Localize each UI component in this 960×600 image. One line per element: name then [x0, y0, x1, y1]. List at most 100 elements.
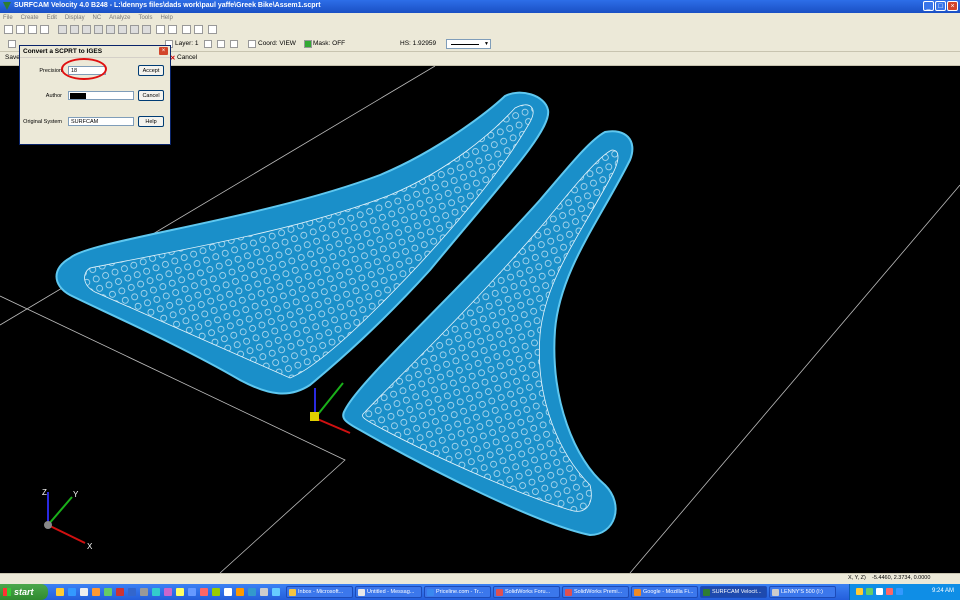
- transform-icon[interactable]: [168, 25, 177, 34]
- task-surfcam[interactable]: SURFCAM Velocit...: [700, 586, 767, 598]
- browser-icon: [496, 589, 503, 596]
- author-field[interactable]: [68, 91, 134, 100]
- shade-icon[interactable]: [230, 40, 238, 48]
- ie-icon: [427, 589, 434, 596]
- print-icon[interactable]: [40, 25, 49, 34]
- view-icon[interactable]: [142, 25, 151, 34]
- help-button[interactable]: Help: [138, 116, 164, 127]
- menu-edit[interactable]: Edit: [44, 13, 60, 23]
- tray-icon[interactable]: [856, 588, 863, 595]
- menu-tools[interactable]: Tools: [135, 13, 155, 23]
- view-icon[interactable]: [58, 25, 67, 34]
- quicklaunch-icon[interactable]: [68, 588, 76, 596]
- quicklaunch-icon[interactable]: [116, 588, 124, 596]
- tray-icon[interactable]: [866, 588, 873, 595]
- coord-readout-label: X, Y, Z): [848, 575, 866, 581]
- shade-icon[interactable]: [182, 25, 191, 34]
- quicklaunch-icon[interactable]: [236, 588, 244, 596]
- cancel-button[interactable]: Cancel: [138, 90, 164, 101]
- view-icon[interactable]: [94, 25, 103, 34]
- delete-icon[interactable]: [156, 25, 165, 34]
- accept-button[interactable]: Accept: [138, 65, 164, 76]
- line-style-select[interactable]: ▼: [446, 39, 491, 49]
- quicklaunch-icon[interactable]: [260, 588, 268, 596]
- new-file-icon[interactable]: [4, 25, 13, 34]
- minimize-button[interactable]: _: [923, 1, 934, 11]
- open-file-icon[interactable]: [16, 25, 25, 34]
- task-outlook[interactable]: Inbox - Microsoft...: [286, 586, 353, 598]
- view-icon[interactable]: [106, 25, 115, 34]
- firefox-icon: [634, 589, 641, 596]
- mask-icon[interactable]: [304, 40, 312, 48]
- tray-icon[interactable]: [886, 588, 893, 595]
- quicklaunch-icon[interactable]: [164, 588, 172, 596]
- tray-icon[interactable]: [896, 588, 903, 595]
- quicklaunch-icon[interactable]: [128, 588, 136, 596]
- coord-label[interactable]: Coord: VIEW: [258, 40, 296, 47]
- dialog-close-icon[interactable]: ×: [159, 47, 168, 55]
- save-file-icon[interactable]: [28, 25, 37, 34]
- quicklaunch-icon[interactable]: [212, 588, 220, 596]
- save-command[interactable]: Save: [5, 54, 20, 61]
- tray-icon[interactable]: [876, 588, 883, 595]
- task-solidworks-premier[interactable]: SolidWorks Premi...: [562, 586, 629, 598]
- quicklaunch-icon[interactable]: [104, 588, 112, 596]
- shade-icon[interactable]: [217, 40, 225, 48]
- surfcam-icon: [703, 589, 710, 596]
- system-label: Original System: [23, 119, 62, 125]
- quicklaunch-icon[interactable]: [200, 588, 208, 596]
- quicklaunch-icon[interactable]: [248, 588, 256, 596]
- menu-display[interactable]: Display: [62, 13, 88, 23]
- quicklaunch-icon[interactable]: [152, 588, 160, 596]
- hs-label: HS: 1.92959: [400, 40, 437, 47]
- checkbox[interactable]: [8, 40, 16, 48]
- copy-icon[interactable]: [204, 40, 212, 48]
- maximize-button[interactable]: □: [935, 1, 946, 11]
- task-drive[interactable]: LENNY'S 500 (I:): [769, 586, 836, 598]
- menu-bar: File Create Edit Display NC Analyze Tool…: [0, 13, 960, 23]
- menu-analyze[interactable]: Analyze: [106, 13, 133, 23]
- drive-icon: [772, 589, 779, 596]
- shade-icon[interactable]: [194, 25, 203, 34]
- menu-help[interactable]: Help: [157, 13, 175, 23]
- start-button[interactable]: start: [0, 584, 48, 600]
- original-system-field[interactable]: SURFCAM: [68, 117, 134, 126]
- coord-icon[interactable]: [248, 40, 256, 48]
- axis-z-label: Z: [42, 488, 47, 497]
- quicklaunch-icon[interactable]: [140, 588, 148, 596]
- view-icon[interactable]: [82, 25, 91, 34]
- quicklaunch-icon[interactable]: [272, 588, 280, 596]
- system-tray: 9:24 AM: [849, 584, 960, 600]
- quicklaunch-icon[interactable]: [92, 588, 100, 596]
- menu-file[interactable]: File: [0, 13, 16, 23]
- quicklaunch-icon[interactable]: [56, 588, 64, 596]
- quicklaunch-icon[interactable]: [80, 588, 88, 596]
- quicklaunch-icon[interactable]: [188, 588, 196, 596]
- mask-label[interactable]: Mask: OFF: [313, 40, 345, 47]
- author-redacted: [70, 93, 86, 99]
- options-icon[interactable]: [208, 25, 217, 34]
- surfcam-app-icon: [3, 2, 11, 10]
- dialog-title: Convert a SCPRT to IGES: [20, 46, 170, 58]
- task-firefox[interactable]: Google - Mozilla Fi...: [631, 586, 698, 598]
- cancel-command[interactable]: Cancel: [177, 54, 197, 61]
- chevron-down-icon: ▼: [484, 41, 489, 47]
- task-priceline[interactable]: Priceline.com - Tr...: [424, 586, 491, 598]
- close-button[interactable]: ×: [947, 1, 958, 11]
- menu-create[interactable]: Create: [18, 13, 42, 23]
- author-label: Author: [45, 93, 62, 99]
- task-solidworks-forum[interactable]: SolidWorks Foru...: [493, 586, 560, 598]
- taskbar: start Inbox - Microsoft... Untitled - Me…: [0, 584, 960, 600]
- solidworks-icon: [565, 589, 572, 596]
- task-message[interactable]: Untitled - Messag...: [355, 586, 422, 598]
- outlook-icon: [289, 589, 296, 596]
- view-icon[interactable]: [118, 25, 127, 34]
- clock[interactable]: 9:24 AM: [932, 588, 954, 594]
- status-bar: X, Y, Z) -5.4460, 2.3734, 0.0000: [0, 573, 960, 584]
- quicklaunch-icon[interactable]: [224, 588, 232, 596]
- view-icon[interactable]: [70, 25, 79, 34]
- menu-nc[interactable]: NC: [90, 13, 105, 23]
- layer-label[interactable]: Layer: 1: [175, 40, 199, 47]
- view-icon[interactable]: [130, 25, 139, 34]
- quicklaunch-icon[interactable]: [176, 588, 184, 596]
